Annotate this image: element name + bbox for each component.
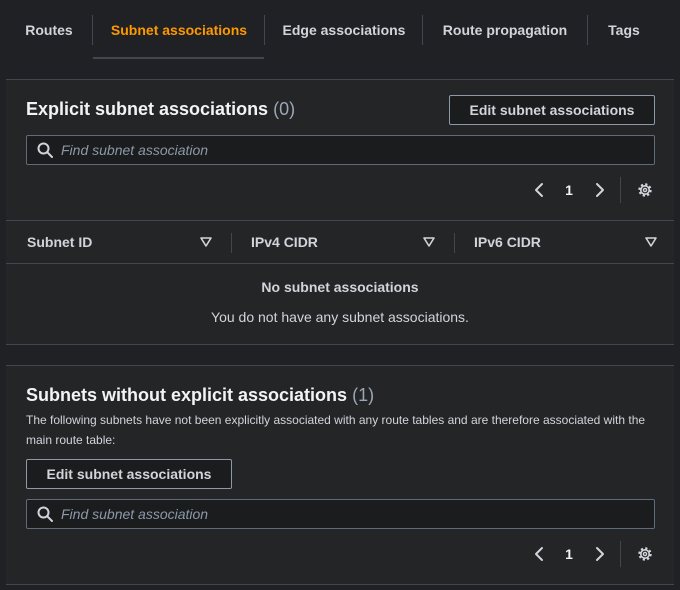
empty-state-message: You do not have any subnet associations. bbox=[211, 309, 469, 325]
tab-subnet-associations[interactable]: Subnet associations bbox=[104, 14, 254, 46]
section-title-text: Subnets without explicit associations bbox=[26, 385, 348, 405]
sort-down-icon[interactable] bbox=[423, 236, 435, 248]
empty-state-title: No subnet associations bbox=[261, 279, 419, 295]
search-input[interactable] bbox=[61, 500, 641, 528]
search-icon bbox=[37, 142, 53, 158]
sort-down-icon[interactable] bbox=[200, 236, 212, 248]
section-title: Explicit subnet associations (0) bbox=[26, 99, 295, 120]
page-number[interactable]: 1 bbox=[561, 182, 577, 198]
edit-subnet-associations-button[interactable]: Edit subnet associations bbox=[26, 459, 232, 489]
chevron-right-icon[interactable] bbox=[591, 182, 607, 198]
tab-divider bbox=[92, 15, 93, 45]
divider bbox=[6, 584, 674, 585]
search-field[interactable] bbox=[26, 135, 655, 165]
section-gap bbox=[6, 344, 674, 366]
column-ipv4-cidr[interactable]: IPv4 CIDR bbox=[251, 234, 318, 250]
chevron-left-icon[interactable] bbox=[532, 182, 548, 198]
search-icon bbox=[37, 506, 53, 522]
column-ipv6-cidr[interactable]: IPv6 CIDR bbox=[474, 234, 541, 250]
section-description: The following subnets have not been expl… bbox=[26, 413, 646, 447]
section-title: Subnets without explicit associations (1… bbox=[26, 385, 374, 406]
page-number[interactable]: 1 bbox=[561, 546, 577, 562]
gear-icon[interactable] bbox=[636, 545, 654, 563]
column-divider bbox=[454, 233, 455, 253]
section-count: (0) bbox=[273, 99, 296, 119]
pager-divider bbox=[620, 177, 621, 203]
pager-divider bbox=[620, 541, 621, 567]
tab-divider bbox=[422, 15, 423, 45]
explicit-associations-panel: Explicit subnet associations (0) Edit su… bbox=[6, 80, 674, 344]
section-count: (1) bbox=[352, 385, 375, 405]
sort-down-icon[interactable] bbox=[645, 236, 657, 248]
table-header: Subnet ID IPv4 CIDR IPv6 CIDR bbox=[6, 220, 674, 264]
tab-routes[interactable]: Routes bbox=[18, 14, 80, 46]
search-field[interactable] bbox=[26, 499, 655, 529]
chevron-right-icon[interactable] bbox=[591, 546, 607, 562]
edit-subnet-associations-button[interactable]: Edit subnet associations bbox=[449, 95, 655, 125]
tab-edge-associations[interactable]: Edge associations bbox=[276, 14, 412, 46]
column-subnet-id[interactable]: Subnet ID bbox=[27, 234, 92, 250]
tab-divider bbox=[264, 15, 265, 45]
active-tab-indicator bbox=[93, 57, 264, 59]
tab-bar: Routes Subnet associations Edge associat… bbox=[0, 0, 680, 60]
search-input[interactable] bbox=[61, 136, 641, 164]
tab-route-propagation[interactable]: Route propagation bbox=[434, 14, 576, 46]
tab-divider bbox=[587, 15, 588, 45]
without-associations-panel: Subnets without explicit associations (1… bbox=[6, 366, 674, 584]
gear-icon[interactable] bbox=[636, 181, 654, 199]
tab-tags[interactable]: Tags bbox=[598, 14, 650, 46]
column-divider bbox=[231, 233, 232, 253]
section-title-text: Explicit subnet associations bbox=[26, 99, 269, 119]
chevron-left-icon[interactable] bbox=[532, 546, 548, 562]
